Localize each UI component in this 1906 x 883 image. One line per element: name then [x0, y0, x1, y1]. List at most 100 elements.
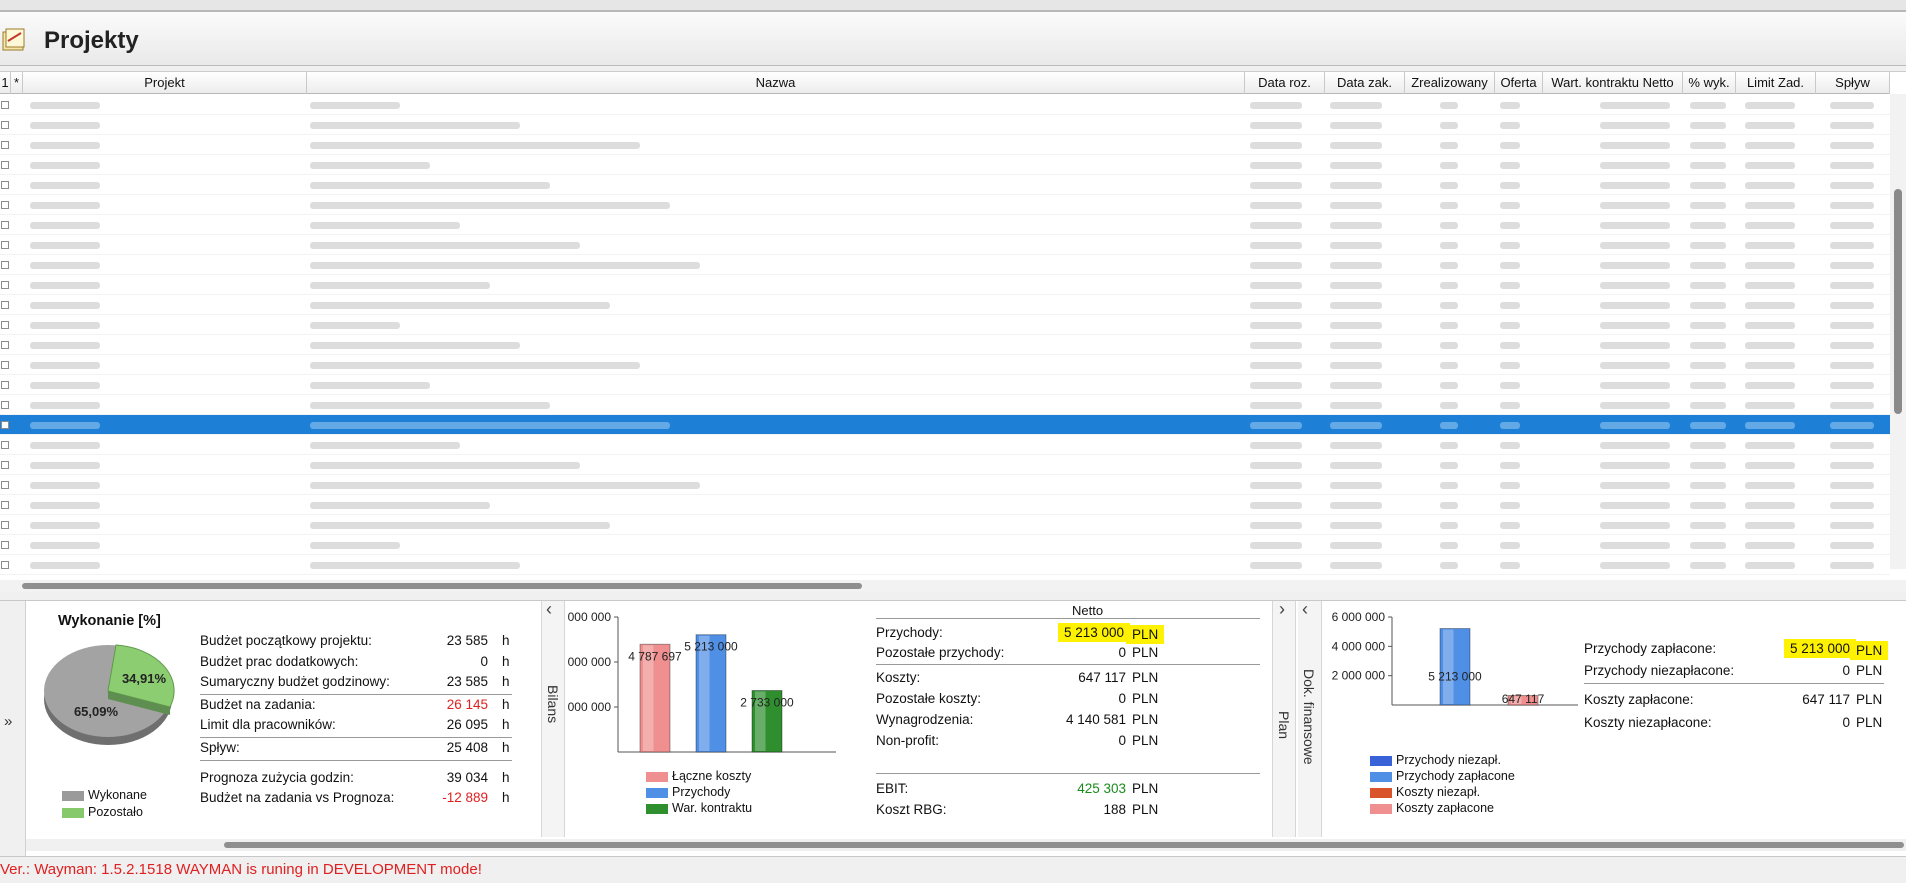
redacted-cell: [1745, 542, 1795, 549]
row-expand-icon[interactable]: [1, 541, 9, 549]
dok-finansowe-tab[interactable]: ‹ Dok. finansowe: [1298, 599, 1322, 837]
row-expand-icon[interactable]: [1, 401, 9, 409]
redacted-cell: [1690, 302, 1726, 309]
redacted-cell: [1745, 562, 1795, 569]
column-header-star[interactable]: *: [11, 72, 23, 94]
redacted-cell: [1690, 362, 1726, 369]
table-row[interactable]: [0, 335, 1890, 355]
grid-vertical-scroll-thumb[interactable]: [1894, 189, 1902, 414]
row-expand-icon[interactable]: [1, 121, 9, 129]
przychody-zaplacone-highlight: 5 213 000: [1783, 639, 1856, 658]
column-header-proc-wyk[interactable]: % wyk.: [1683, 72, 1736, 94]
redacted-cell: [1690, 182, 1726, 189]
plan-tab-label[interactable]: Plan: [1276, 711, 1292, 739]
redacted-cell: [310, 182, 550, 189]
chevron-left-icon[interactable]: ‹: [1302, 599, 1308, 620]
row-expand-icon[interactable]: [1, 361, 9, 369]
row-expand-icon[interactable]: [1, 521, 9, 529]
dok-finansowe-tab-label[interactable]: Dok. finansowe: [1301, 669, 1317, 765]
table-row[interactable]: [0, 115, 1890, 135]
row-expand-icon[interactable]: [1, 261, 9, 269]
grid-vertical-scrollbar[interactable]: [1890, 94, 1906, 569]
chevron-right-icon[interactable]: ›: [1279, 599, 1285, 620]
bilans-tab-label[interactable]: Bilans: [545, 685, 561, 723]
plan-tab[interactable]: › Plan: [1272, 599, 1296, 837]
column-header-zrealizowany[interactable]: Zrealizowany: [1405, 72, 1495, 94]
table-row[interactable]: [0, 455, 1890, 475]
table-row[interactable]: [0, 535, 1890, 555]
projects-grid[interactable]: 1 * Projekt Nazwa Data roz. Data zak. Zr…: [0, 71, 1906, 592]
chevron-left-icon[interactable]: ‹: [546, 599, 552, 620]
table-row[interactable]: [0, 295, 1890, 315]
legend-koszty-zaplacone: Koszty zapłacone: [1370, 801, 1494, 815]
row-expand-icon[interactable]: [1, 141, 9, 149]
details-horizontal-scroll-thumb[interactable]: [224, 842, 1904, 848]
table-row[interactable]: [0, 355, 1890, 375]
table-row[interactable]: [0, 215, 1890, 235]
redacted-cell: [1690, 342, 1726, 349]
table-row[interactable]: [0, 555, 1890, 575]
row-expand-icon[interactable]: [1, 321, 9, 329]
row-expand-icon[interactable]: [1, 461, 9, 469]
row-expand-icon[interactable]: [1, 201, 9, 209]
row-expand-icon[interactable]: [1, 161, 9, 169]
redacted-cell: [1250, 242, 1302, 249]
redacted-cell: [1440, 342, 1458, 349]
row-label: Spływ:: [200, 740, 240, 755]
table-row[interactable]: [0, 255, 1890, 275]
column-header-projekt[interactable]: Projekt: [23, 72, 307, 94]
row-expand-icon[interactable]: [1, 421, 9, 429]
table-row[interactable]: [0, 315, 1890, 335]
redacted-cell: [1330, 482, 1382, 489]
row-expand-icon[interactable]: [1, 561, 9, 569]
row-expand-icon[interactable]: [1, 381, 9, 389]
table-row[interactable]: [0, 475, 1890, 495]
table-row[interactable]: [0, 275, 1890, 295]
column-header-splyw[interactable]: Spływ: [1816, 72, 1890, 94]
row-expand-icon[interactable]: [1, 441, 9, 449]
row-expand-icon[interactable]: [1, 341, 9, 349]
details-horizontal-scrollbar[interactable]: [26, 839, 1906, 851]
row-expand-icon[interactable]: [1, 181, 9, 189]
table-row[interactable]: [0, 195, 1890, 215]
table-row[interactable]: [0, 135, 1890, 155]
redacted-cell: [1440, 542, 1458, 549]
table-row[interactable]: [0, 235, 1890, 255]
table-row[interactable]: [0, 375, 1890, 395]
table-row[interactable]: [0, 95, 1890, 115]
row-expand-icon[interactable]: [1, 241, 9, 249]
column-header-wart-kontraktu[interactable]: Wart. kontraktu Netto: [1543, 72, 1683, 94]
table-row[interactable]: [0, 395, 1890, 415]
column-header-data-roz[interactable]: Data roz.: [1245, 72, 1325, 94]
row-expand-icon[interactable]: [1, 281, 9, 289]
redacted-cell: [310, 322, 400, 329]
column-header-data-zak[interactable]: Data zak.: [1325, 72, 1405, 94]
row-expand-icon[interactable]: [1, 481, 9, 489]
redacted-cell: [30, 282, 100, 289]
legend-label-przychody: Przychody: [672, 785, 731, 799]
column-header-nazwa[interactable]: Nazwa: [307, 72, 1245, 94]
table-row[interactable]: [0, 515, 1890, 535]
redacted-cell: [1250, 142, 1302, 149]
table-row[interactable]: [0, 435, 1890, 455]
table-row[interactable]: [0, 495, 1890, 515]
row-expand-icon[interactable]: [1, 301, 9, 309]
bilans-tab[interactable]: ‹ Bilans: [541, 599, 565, 837]
row-unit: PLN: [1132, 733, 1159, 748]
redacted-cell: [1440, 482, 1458, 489]
grid-horizontal-scroll-thumb[interactable]: [22, 583, 862, 589]
row-expand-icon[interactable]: [1, 101, 9, 109]
row-expand-icon[interactable]: [1, 501, 9, 509]
table-row[interactable]: [0, 415, 1890, 435]
redacted-cell: [1440, 462, 1458, 469]
collapse-panel-toggle[interactable]: »: [0, 601, 26, 857]
column-header-index[interactable]: 1: [0, 72, 11, 94]
row-unit: PLN: [1126, 625, 1165, 644]
column-header-oferta[interactable]: Oferta: [1495, 72, 1543, 94]
chevron-double-down-icon[interactable]: »: [4, 713, 12, 730]
table-row[interactable]: [0, 155, 1890, 175]
grid-horizontal-scrollbar[interactable]: [0, 580, 1906, 592]
table-row[interactable]: [0, 175, 1890, 195]
column-header-limit-zad[interactable]: Limit Zad.: [1736, 72, 1816, 94]
row-expand-icon[interactable]: [1, 221, 9, 229]
